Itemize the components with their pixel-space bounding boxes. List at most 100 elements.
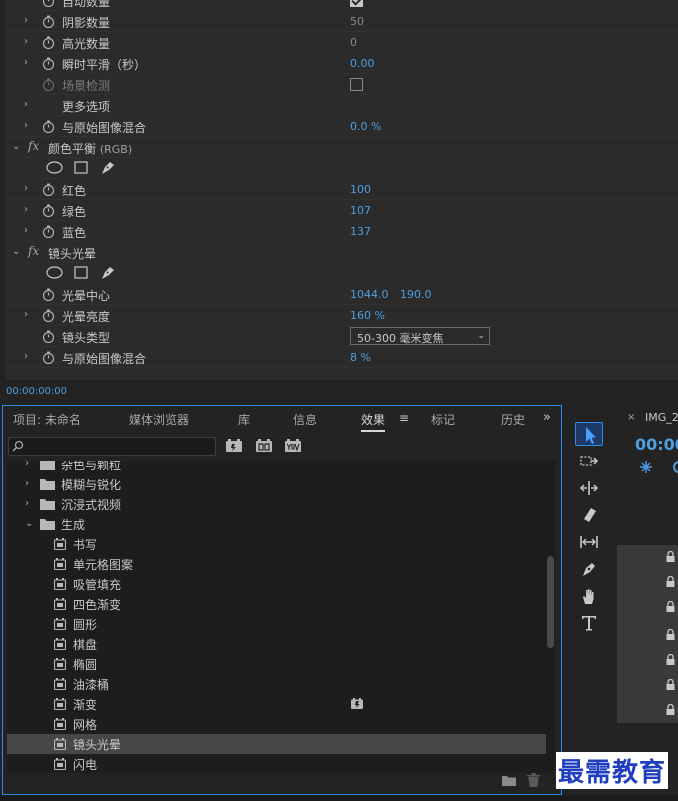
effect-item[interactable]: 吸管填充 — [7, 574, 547, 594]
ellipse-mask-icon[interactable] — [46, 161, 63, 174]
search-input[interactable] — [27, 438, 213, 455]
selection-tool[interactable] — [575, 422, 603, 446]
track-lock-icon[interactable] — [666, 629, 675, 640]
ellipse-mask-icon[interactable] — [46, 266, 63, 279]
pen-mask-icon[interactable] — [100, 161, 116, 175]
expand-chevron-icon[interactable]: › — [24, 351, 34, 363]
param-value[interactable]: 0 — [350, 36, 357, 49]
track-lock-icon[interactable] — [666, 551, 675, 562]
stopwatch-icon[interactable] — [42, 183, 55, 196]
tab-markers[interactable]: 标记 — [431, 411, 455, 428]
chevron-down-icon[interactable]: ⌄ — [25, 518, 33, 529]
timeline-close-icon[interactable]: × — [627, 412, 635, 423]
trash-icon[interactable] — [527, 773, 540, 787]
chevron-right-icon[interactable]: › — [25, 461, 29, 469]
stopwatch-icon[interactable] — [42, 351, 55, 364]
effect-item[interactable]: 棋盘 — [7, 634, 547, 654]
expand-chevron-icon[interactable]: › — [24, 309, 34, 321]
effect-item[interactable]: 椭圆 — [7, 654, 547, 674]
track-lock-icon[interactable] — [666, 679, 675, 690]
effect-item[interactable]: 四色渐变 — [7, 594, 547, 614]
tab-history[interactable]: 历史 — [501, 411, 525, 428]
tab-overflow-icon[interactable]: » — [543, 410, 551, 425]
expand-chevron-icon[interactable]: › — [24, 15, 34, 27]
timeline-sequence-tab[interactable]: IMG_2 — [645, 411, 678, 424]
tab-effects[interactable]: 效果 — [361, 411, 386, 432]
param-value[interactable]: 100 — [350, 183, 371, 196]
stopwatch-icon[interactable] — [42, 57, 55, 70]
effect-item[interactable]: 单元格图案 — [7, 554, 547, 574]
pen-mask-icon[interactable] — [100, 266, 116, 280]
expand-chevron-icon[interactable]: › — [24, 225, 34, 237]
expand-chevron-icon[interactable]: › — [24, 204, 34, 216]
stopwatch-icon[interactable] — [42, 204, 55, 217]
effect-item[interactable]: 网格 — [7, 714, 547, 734]
razor-tool[interactable] — [575, 503, 603, 527]
track-lock-icon[interactable] — [666, 576, 675, 587]
stopwatch-icon[interactable] — [42, 288, 55, 301]
expand-chevron-icon[interactable]: › — [24, 57, 34, 69]
expand-chevron-icon[interactable]: › — [24, 120, 34, 132]
effect-item[interactable]: 油漆桶 — [7, 674, 547, 694]
hand-tool[interactable] — [575, 584, 603, 608]
param-value[interactable]: 8 % — [350, 351, 371, 364]
lens-type-dropdown[interactable]: 50-300 毫米变焦 ⌄ — [350, 327, 490, 345]
param-value[interactable]: 137 — [350, 225, 371, 238]
param-checkbox[interactable] — [350, 0, 363, 7]
param-value[interactable]: 107 — [350, 204, 371, 217]
yuv-effects-filter-icon[interactable] — [284, 439, 302, 453]
effect-item[interactable]: 圆形 — [7, 614, 547, 634]
effect-folder[interactable]: › 杂色与颗粒 — [7, 461, 547, 474]
effect-folder[interactable]: ⌄ 生成 — [7, 514, 547, 534]
track-lock-icon[interactable] — [666, 654, 675, 665]
ripple-edit-tool[interactable] — [575, 476, 603, 500]
snap-icon[interactable] — [639, 460, 653, 474]
expand-chevron-icon[interactable]: › — [24, 36, 34, 48]
expand-chevron-icon[interactable]: › — [24, 99, 34, 111]
param-value-y[interactable]: 190.0 — [400, 288, 432, 301]
stopwatch-icon[interactable] — [42, 120, 55, 133]
effect-controls-timecode[interactable]: 00:00:00:00 — [6, 386, 67, 397]
stopwatch-icon[interactable] — [42, 0, 55, 7]
tab-info[interactable]: 信息 — [293, 411, 317, 428]
track-lock-icon[interactable] — [666, 601, 675, 612]
param-value[interactable]: 1044.0 — [350, 288, 389, 301]
param-checkbox[interactable] — [350, 78, 363, 91]
effect-folder[interactable]: › 模糊与锐化 — [7, 474, 547, 494]
param-value[interactable]: 0.00 — [350, 57, 375, 70]
timeline-timecode[interactable]: 00:00 — [635, 435, 678, 454]
expand-chevron-icon[interactable]: ⌄ — [12, 141, 22, 153]
fx-badge-icon[interactable]: fx — [28, 139, 39, 153]
effect-item[interactable]: 镜头光晕 — [7, 734, 547, 754]
slip-tool[interactable] — [575, 530, 603, 554]
effect-item[interactable]: 闪电 — [7, 754, 547, 773]
param-value[interactable]: 0.0 % — [350, 120, 381, 133]
effects-tree-scrollbar[interactable] — [546, 461, 555, 773]
effect-item[interactable]: 渐变 — [7, 694, 547, 714]
tab-libraries[interactable]: 库 — [238, 411, 250, 428]
stopwatch-icon[interactable] — [42, 78, 55, 91]
expand-chevron-icon[interactable]: ⌄ — [12, 246, 22, 258]
32bit-effects-filter-icon[interactable] — [255, 439, 273, 453]
stopwatch-icon[interactable] — [42, 225, 55, 238]
stopwatch-icon[interactable] — [42, 15, 55, 28]
rectangle-mask-icon[interactable] — [74, 266, 88, 279]
track-lock-icon[interactable] — [666, 704, 675, 715]
chevron-right-icon[interactable]: › — [25, 498, 29, 509]
tab-project[interactable]: 项目: 未命名 — [13, 411, 81, 428]
panel-menu-icon[interactable]: ≡ — [399, 411, 409, 425]
linked-selection-icon[interactable] — [671, 460, 678, 474]
track-select-tool[interactable] — [575, 449, 603, 473]
stopwatch-icon[interactable] — [42, 330, 55, 343]
param-value[interactable]: 160 % — [350, 309, 385, 322]
accelerated-effects-filter-icon[interactable] — [225, 439, 243, 453]
pen-tool[interactable] — [575, 557, 603, 581]
fx-badge-icon[interactable]: fx — [28, 244, 39, 258]
rectangle-mask-icon[interactable] — [74, 161, 88, 174]
expand-chevron-icon[interactable]: › — [24, 183, 34, 195]
new-bin-icon[interactable] — [502, 774, 516, 786]
chevron-right-icon[interactable]: › — [25, 478, 29, 489]
param-value[interactable]: 50 — [350, 15, 364, 28]
effect-item[interactable]: 书写 — [7, 534, 547, 554]
type-tool[interactable] — [575, 611, 603, 635]
